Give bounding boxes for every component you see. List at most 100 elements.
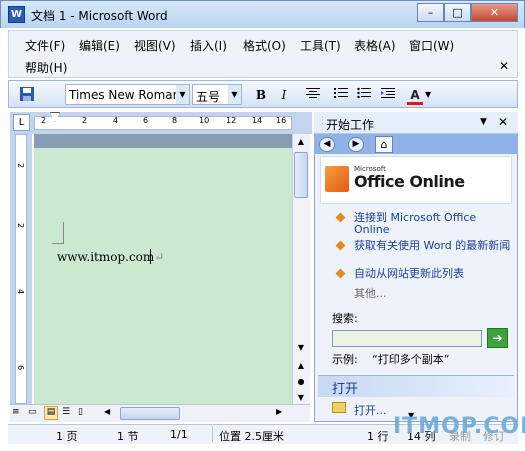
menu-bar: 文件(F) 编辑(E) 视图(V) 插入(I) 格式(O) 工具(T) 表格(A…: [8, 30, 518, 78]
logo-office-online-text: Office Online: [354, 172, 465, 191]
menu-close-doc-button[interactable]: ✕: [499, 59, 509, 73]
word-app-icon[interactable]: W: [8, 6, 25, 23]
minimize-button[interactable]: –: [417, 3, 444, 22]
vruler-mark: 2: [16, 223, 25, 229]
page-top-margin: [34, 134, 292, 148]
vruler-mark: 2: [16, 163, 25, 169]
text-cursor: [150, 249, 151, 264]
italic-button[interactable]: I: [274, 85, 294, 105]
ruler-mark: 2: [82, 116, 88, 125]
example-text: “打印多个副本”: [372, 353, 450, 366]
vertical-scrollbar[interactable]: ▲ ▼ ▲ ● ▼: [292, 134, 310, 404]
menu-table[interactable]: 表格(A): [354, 37, 396, 54]
status-pages: 1/1: [170, 428, 188, 441]
normal-view-icon[interactable]: ≡: [12, 407, 24, 419]
link-auto-update[interactable]: 自动从网站更新此列表: [354, 268, 514, 280]
status-page: 1 页: [56, 430, 78, 443]
home-icon[interactable]: ⌂: [375, 136, 393, 153]
menu-insert[interactable]: 插入(I): [190, 37, 227, 54]
chevron-down-icon: ▼: [228, 85, 241, 104]
menu-window[interactable]: 窗口(W): [409, 37, 454, 54]
paragraph-mark: ↵: [154, 250, 165, 264]
align-center-icon[interactable]: [303, 85, 323, 105]
search-go-icon[interactable]: ➔: [487, 328, 508, 348]
task-pane-header: ⋮ 开始工作 ▼ ✕: [314, 112, 518, 134]
ruler-mark: 2: [41, 116, 47, 125]
link-open[interactable]: 打开...: [354, 402, 387, 418]
menu-edit[interactable]: 编辑(E): [79, 37, 120, 54]
status-position: 位置 2.5厘米: [219, 430, 284, 443]
status-line: 1 行: [367, 430, 389, 443]
task-pane-close-icon[interactable]: ✕: [498, 115, 508, 129]
back-icon[interactable]: ◀: [319, 137, 335, 152]
document-page[interactable]: [34, 134, 292, 404]
link-more[interactable]: 其他...: [354, 288, 514, 300]
vruler-mark: 4: [16, 289, 25, 295]
menu-format[interactable]: 格式(O): [243, 37, 286, 54]
menu-tools[interactable]: 工具(T): [300, 37, 341, 54]
task-pane-title: 开始工作: [326, 118, 375, 132]
example-label: 示例:: [332, 353, 358, 366]
margin-corner-marker: [52, 222, 64, 244]
tab-stop-selector[interactable]: L: [13, 114, 30, 131]
ruler-mark: 14: [252, 116, 263, 125]
search-label: 搜索:: [332, 312, 358, 325]
ruler-mark: 16: [276, 116, 287, 125]
font-name-select[interactable]: Times New Roman ▼: [65, 84, 190, 105]
folder-icon: [332, 402, 346, 413]
ruler-mark: 4: [113, 116, 119, 125]
horizontal-scrollbar[interactable]: ≡ ▭ ▤ ☰ ▯ ◀ ▶: [10, 404, 310, 422]
title-bar: W 文档 1 - Microsoft Word – □ ✕: [0, 0, 525, 28]
ruler-mark: 12: [226, 116, 237, 125]
save-icon[interactable]: [17, 85, 37, 105]
chevron-down-icon: ▼: [176, 85, 189, 104]
ruler-mark: 10: [199, 116, 210, 125]
document-text-content: www.itmop.com: [57, 250, 155, 264]
open-section-header[interactable]: 打开: [318, 375, 514, 397]
bullet-list-icon[interactable]: [354, 85, 374, 105]
watermark-logo: ITMOP.COM: [393, 414, 525, 439]
scroll-right-icon[interactable]: ▶: [276, 407, 288, 419]
horizontal-scroll-thumb[interactable]: [120, 407, 180, 420]
task-pane-menu-icon[interactable]: ▼: [480, 117, 487, 127]
menu-file[interactable]: 文件(F): [25, 37, 65, 54]
indent-icon[interactable]: [378, 85, 398, 105]
link-latest-news[interactable]: 获取有关使用 Word 的最新新闻: [354, 240, 514, 252]
office-logo-icon: [325, 166, 349, 192]
web-view-icon[interactable]: ▭: [28, 407, 40, 419]
scroll-thumb[interactable]: [294, 152, 308, 198]
task-pane-nav: [314, 134, 518, 154]
font-size-value: 五号: [196, 90, 221, 104]
status-section: 1 节: [117, 430, 139, 443]
document-text[interactable]: www.itmop.com↵: [57, 250, 164, 264]
forward-icon[interactable]: ▶: [348, 137, 364, 152]
formatting-toolbar: Times New Roman ▼ 五号 ▼ B I A ▼: [8, 80, 518, 108]
window-title: 文档 1 - Microsoft Word: [31, 9, 168, 23]
outline-view-icon[interactable]: ☰: [62, 407, 74, 419]
vruler-mark: 6: [16, 365, 25, 371]
menu-help[interactable]: 帮助(H): [25, 59, 67, 76]
numbered-list-icon[interactable]: [331, 85, 351, 105]
prev-page-icon[interactable]: ▲: [293, 358, 309, 374]
status-separator: [212, 426, 213, 442]
bold-button[interactable]: B: [251, 85, 271, 105]
reading-view-icon[interactable]: ▯: [78, 407, 90, 419]
link-connect-office-online[interactable]: 连接到 Microsoft Office Online: [354, 212, 514, 236]
browse-object-icon[interactable]: ●: [293, 374, 309, 390]
open-heading: 打开: [332, 382, 359, 397]
font-color-swatch: [407, 102, 423, 105]
print-view-icon[interactable]: ▤: [44, 406, 58, 420]
ruler-mark: 8: [172, 116, 178, 125]
menu-view[interactable]: 视图(V): [134, 37, 176, 54]
scroll-down-icon[interactable]: ▼: [293, 340, 309, 356]
scroll-left-icon[interactable]: ◀: [104, 407, 116, 419]
scroll-up-icon[interactable]: ▲: [293, 134, 309, 150]
vertical-ruler-scale[interactable]: [15, 134, 27, 404]
font-name-value: Times New Roman: [69, 88, 177, 102]
ruler-mark: 6: [143, 116, 149, 125]
close-button[interactable]: ✕: [471, 3, 518, 22]
font-size-select[interactable]: 五号 ▼: [192, 84, 242, 105]
search-input[interactable]: [332, 330, 482, 347]
maximize-button[interactable]: □: [444, 3, 471, 22]
chevron-down-icon[interactable]: ▼: [425, 90, 431, 99]
